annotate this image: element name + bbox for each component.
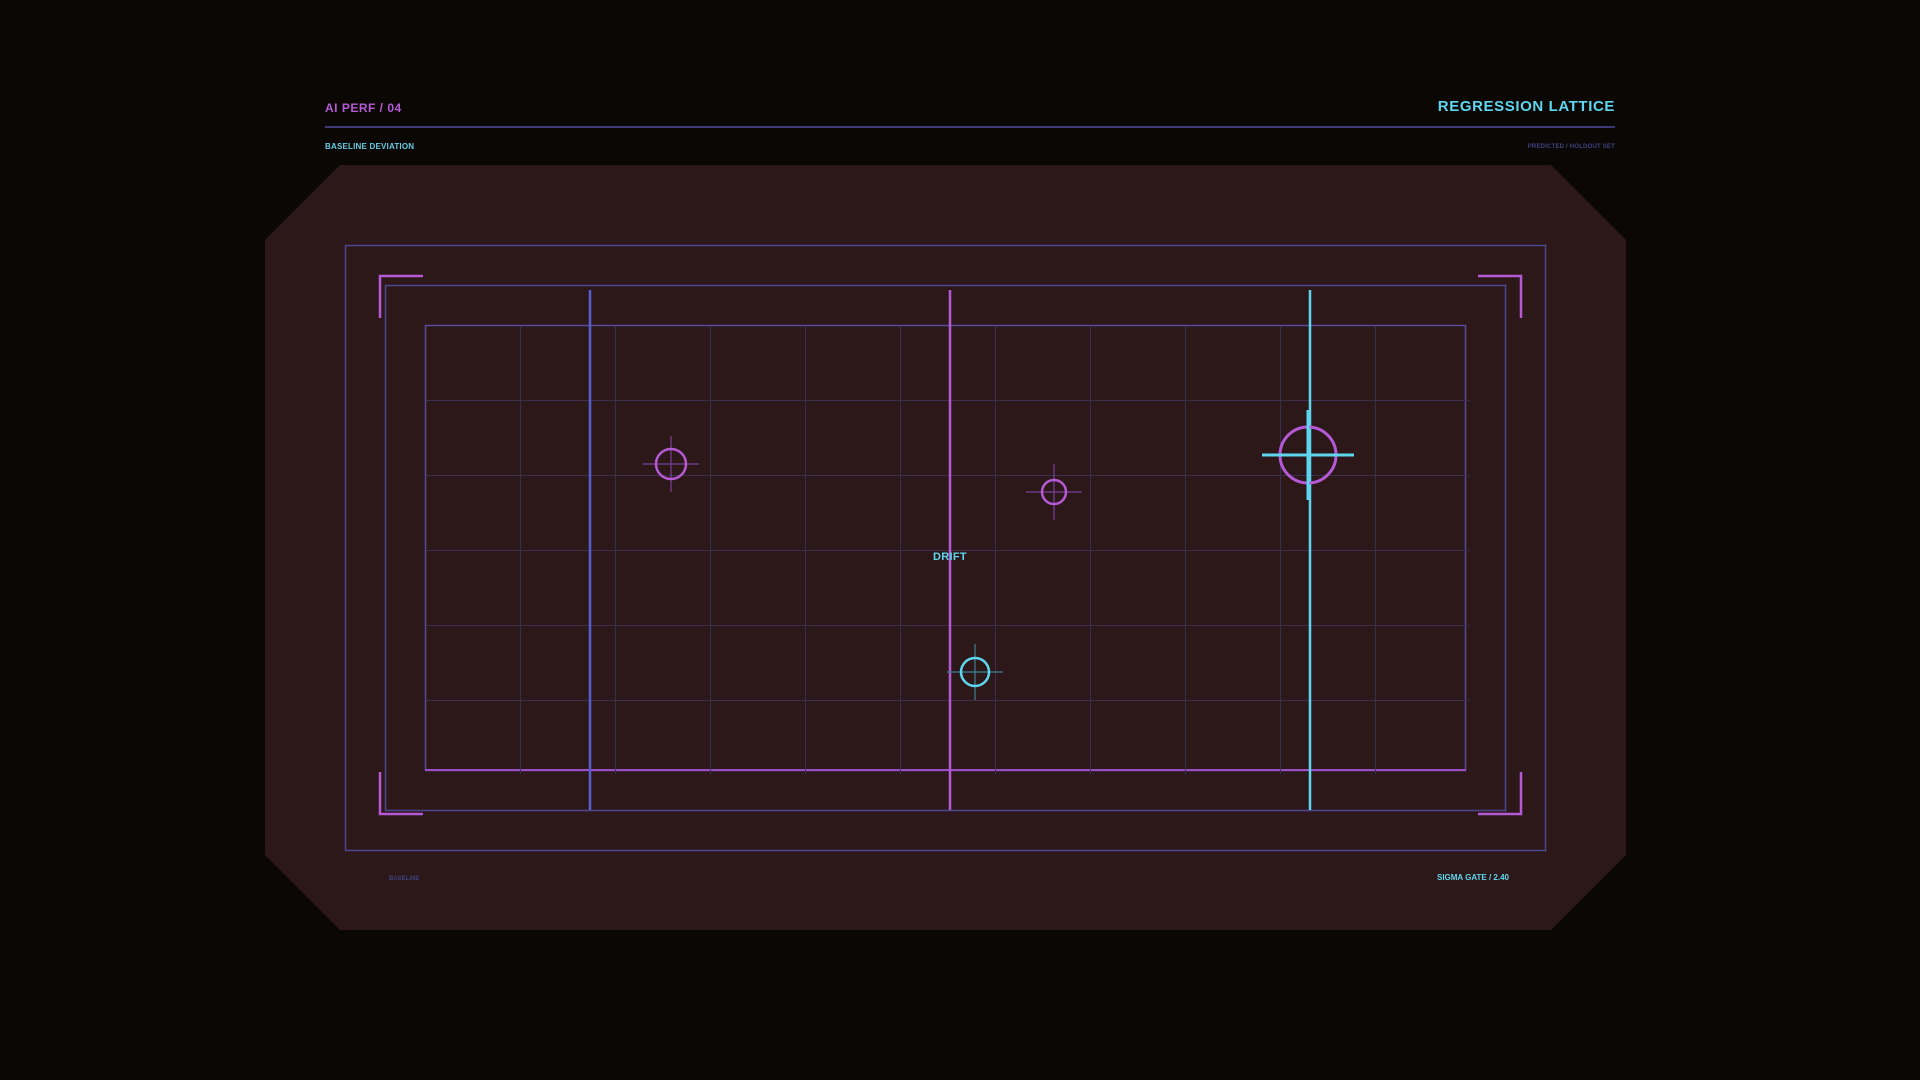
middle-frame xyxy=(384,284,1507,812)
grid-lines xyxy=(426,326,1470,774)
target-reticle-violet-small xyxy=(1026,464,1082,520)
baseline-footer-label: BASELINE xyxy=(389,876,419,882)
target-reticle-violet-left xyxy=(643,436,699,492)
regression-lattice-screen: AI PERF / 04 REGRESSION LATTICE BASELINE… xyxy=(0,0,1920,1080)
drift-label: DRIFT xyxy=(933,551,967,563)
target-reticle-primary xyxy=(1262,410,1354,500)
outer-frame xyxy=(344,244,1547,852)
sigma-gate-label: SIGMA GATE / 2.40 xyxy=(1437,873,1510,882)
target-reticle-cyan-low xyxy=(947,644,1003,700)
lattice-visual: DRIFT BASELINE SIGMA GATE / 2.40 xyxy=(344,244,1547,882)
